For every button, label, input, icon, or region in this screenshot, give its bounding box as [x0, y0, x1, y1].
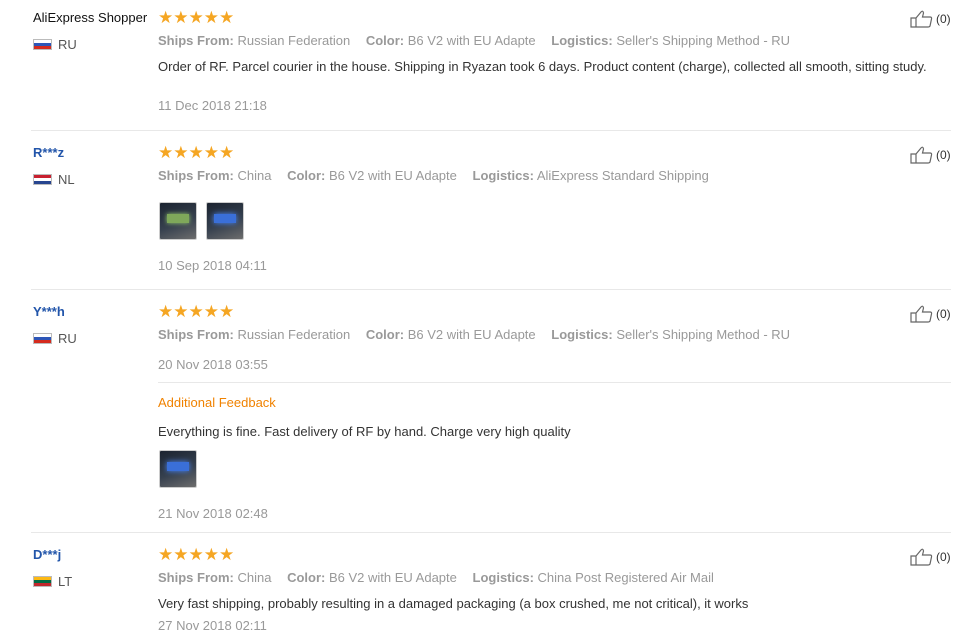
color-label: Color: [365, 33, 405, 48]
country-code: NL [58, 172, 75, 187]
ships-from-label: Ships From: [158, 33, 234, 48]
ships-from-value: Russian Federation [237, 33, 351, 48]
helpful-button[interactable]: (0) [910, 548, 951, 566]
additional-feedback-heading: Additional Feedback [158, 395, 276, 410]
buyer-name[interactable]: Y***h [33, 304, 65, 319]
buyer-country: RU [33, 37, 77, 52]
buyer-name: AliExpress Shopper [33, 10, 148, 25]
thumbs-up-icon [910, 305, 933, 323]
logistics-value: China Post Registered Air Mail [537, 570, 714, 585]
review-photo-thumbnail[interactable] [206, 202, 244, 240]
color-value: B6 V2 with EU Adapte [328, 168, 457, 183]
color-value: B6 V2 with EU Adapte [328, 570, 457, 585]
color-label: Color: [287, 570, 326, 585]
helpful-button[interactable]: (0) [910, 10, 951, 28]
helpful-button[interactable]: (0) [910, 305, 951, 323]
country-code: RU [58, 331, 77, 346]
rating-stars: ★★★★★ [158, 143, 235, 162]
review-photo-thumbnail[interactable] [159, 450, 197, 488]
review-date: 11 Dec 2018 21:18 [158, 98, 267, 113]
buyer-name[interactable]: D***j [33, 547, 61, 562]
logistics-label: Logistics: [551, 327, 613, 342]
review-date: 20 Nov 2018 03:55 [158, 357, 268, 372]
review-text: Very fast shipping, probably resulting i… [158, 596, 749, 611]
buyer-name[interactable]: R***z [33, 145, 64, 160]
logistics-label: Logistics: [472, 168, 534, 183]
flag-lt-icon [33, 576, 52, 587]
ships-from-value: China [237, 168, 272, 183]
helpful-count: (0) [936, 307, 951, 321]
review-photo-thumbnail[interactable] [159, 202, 197, 240]
country-code: LT [58, 574, 73, 589]
order-info: Ships From: China Color: B6 V2 with EU A… [158, 168, 709, 183]
rating-stars: ★★★★★ [158, 302, 235, 321]
thumbs-up-icon [910, 10, 933, 28]
helpful-button[interactable]: (0) [910, 146, 951, 164]
ships-from-value: Russian Federation [237, 327, 351, 342]
ships-from-label: Ships From: [158, 327, 234, 342]
order-info: Ships From: Russian Federation Color: B6… [158, 33, 790, 48]
order-info: Ships From: Russian Federation Color: B6… [158, 327, 790, 342]
flag-ru-icon [33, 333, 52, 344]
thumbs-up-icon [910, 548, 933, 566]
ships-from-value: China [237, 570, 272, 585]
helpful-count: (0) [936, 148, 951, 162]
color-label: Color: [365, 327, 405, 342]
flag-nl-icon [33, 174, 52, 185]
additional-feedback-text: Everything is fine. Fast delivery of RF … [158, 424, 571, 439]
rating-stars: ★★★★★ [158, 545, 235, 564]
helpful-count: (0) [936, 550, 951, 564]
logistics-label: Logistics: [472, 570, 534, 585]
review-date: 27 Nov 2018 02:11 [158, 618, 267, 633]
ships-from-label: Ships From: [158, 570, 234, 585]
review-date: 10 Sep 2018 04:11 [158, 258, 267, 273]
thumbs-up-icon [910, 146, 933, 164]
rating-stars: ★★★★★ [158, 8, 235, 27]
logistics-label: Logistics: [551, 33, 613, 48]
color-value: B6 V2 with EU Adapte [407, 327, 536, 342]
buyer-country: LT [33, 574, 72, 589]
additional-feedback-date: 21 Nov 2018 02:48 [158, 506, 268, 521]
flag-ru-icon [33, 39, 52, 50]
order-info: Ships From: China Color: B6 V2 with EU A… [158, 570, 714, 585]
review-text: Order of RF. Parcel courier in the house… [158, 59, 927, 74]
color-label: Color: [287, 168, 326, 183]
color-value: B6 V2 with EU Adapte [407, 33, 536, 48]
helpful-count: (0) [936, 12, 951, 26]
ships-from-label: Ships From: [158, 168, 234, 183]
buyer-country: NL [33, 172, 75, 187]
country-code: RU [58, 37, 77, 52]
logistics-value: AliExpress Standard Shipping [536, 168, 709, 183]
logistics-value: Seller's Shipping Method - RU [616, 327, 791, 342]
logistics-value: Seller's Shipping Method - RU [616, 33, 791, 48]
buyer-country: RU [33, 331, 77, 346]
